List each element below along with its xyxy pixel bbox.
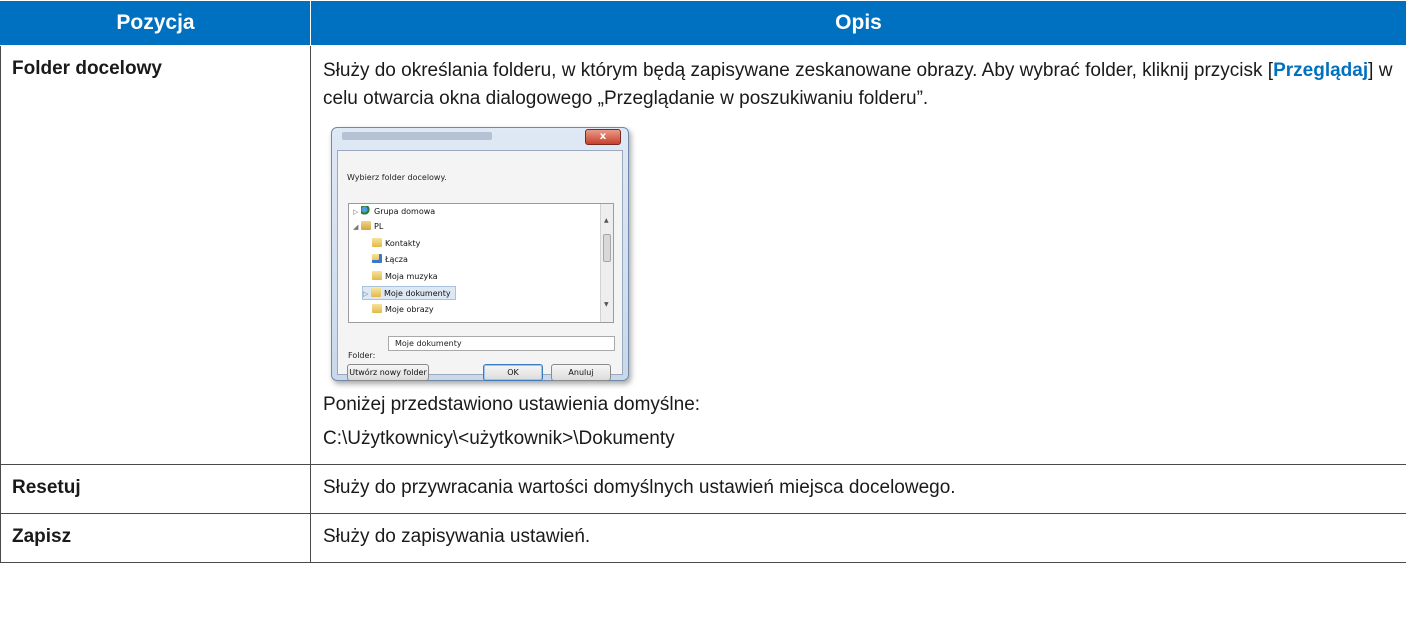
- folder-tree: ▷ Grupa domowa ◢ PL Kontakty Łącza Moja mu…: [348, 203, 614, 323]
- description-text-start: Służy do określania folderu, w którym bę…: [323, 60, 1274, 81]
- tree-item-contacts: Kontakty: [372, 237, 420, 251]
- links-folder-icon: [372, 254, 382, 263]
- tree-scrollbar: ▲ ▼: [600, 204, 613, 322]
- folder-icon: [372, 271, 382, 280]
- folder-icon: [371, 288, 381, 297]
- tree-item-pl: ◢ PL: [353, 220, 383, 234]
- table-header-row: Pozycja Opis: [0, 0, 1406, 46]
- scroll-up-icon: ▲: [604, 217, 609, 224]
- tree-item-links: Łącza: [372, 253, 408, 267]
- table-row: Zapisz Służy do zapisywania ustawień.: [0, 513, 1406, 563]
- tree-item-pictures: Moje obrazy: [372, 303, 434, 317]
- tree-item-documents: ▷ Moje dokumenty: [362, 286, 456, 300]
- column-header-description: Opis: [310, 0, 1406, 46]
- dialog-body: Wybierz folder docelowy. ▷ Grupa domowa ◢…: [337, 150, 623, 381]
- settings-table: Pozycja Opis Folder docelowy Służy do ok…: [0, 0, 1406, 563]
- column-header-item: Pozycja: [0, 0, 311, 46]
- close-icon: x: [585, 129, 621, 145]
- expand-arrow-icon: ▷: [363, 290, 369, 298]
- row-description-save: Służy do zapisywania ustawień.: [310, 513, 1406, 563]
- table-row: Folder docelowy Służy do określania fold…: [0, 45, 1406, 465]
- scrollbar-thumb: [603, 234, 611, 262]
- description-paragraph: Służy do określania folderu, w którym bę…: [323, 57, 1396, 113]
- scroll-down-icon: ▼: [604, 301, 609, 308]
- network-icon: [361, 206, 371, 215]
- default-path: C:\Użytkownicy\<użytkownik>\Dokumenty: [323, 428, 675, 449]
- dialog-prompt: Wybierz folder docelowy.: [347, 173, 447, 182]
- collapse-arrow-icon: ◢: [353, 223, 359, 231]
- folder-field: Moje dokumenty: [388, 336, 615, 351]
- row-item-reset: Resetuj: [0, 464, 311, 514]
- user-folder-icon: [361, 221, 371, 230]
- dialog-title-bar: [342, 132, 492, 140]
- row-item-save: Zapisz: [0, 513, 311, 563]
- expand-arrow-icon: ▷: [353, 208, 359, 216]
- tree-item-music: Moja muzyka: [372, 270, 438, 284]
- row-description-reset: Służy do przywracania wartości domyślnyc…: [310, 464, 1406, 514]
- folder-icon: [372, 238, 382, 247]
- tree-item-homegroup: ▷ Grupa domowa: [353, 205, 435, 219]
- default-intro: Poniżej przedstawiono ustawienia domyśln…: [323, 394, 701, 415]
- browse-folder-dialog-screenshot: x Wybierz folder docelowy. ▷ Grupa domowa…: [331, 127, 629, 381]
- browse-keyword: Przeglądaj: [1273, 60, 1369, 81]
- new-folder-button: Utwórz nowy folder: [347, 364, 429, 381]
- row-item-destination-folder: Folder docelowy: [0, 45, 311, 465]
- folder-icon: [372, 304, 382, 313]
- ok-button: OK: [483, 364, 543, 381]
- cancel-button: Anuluj: [551, 364, 611, 381]
- row-description-destination-folder: Służy do określania folderu, w którym bę…: [310, 45, 1406, 465]
- table-row: Resetuj Służy do przywracania wartości d…: [0, 464, 1406, 514]
